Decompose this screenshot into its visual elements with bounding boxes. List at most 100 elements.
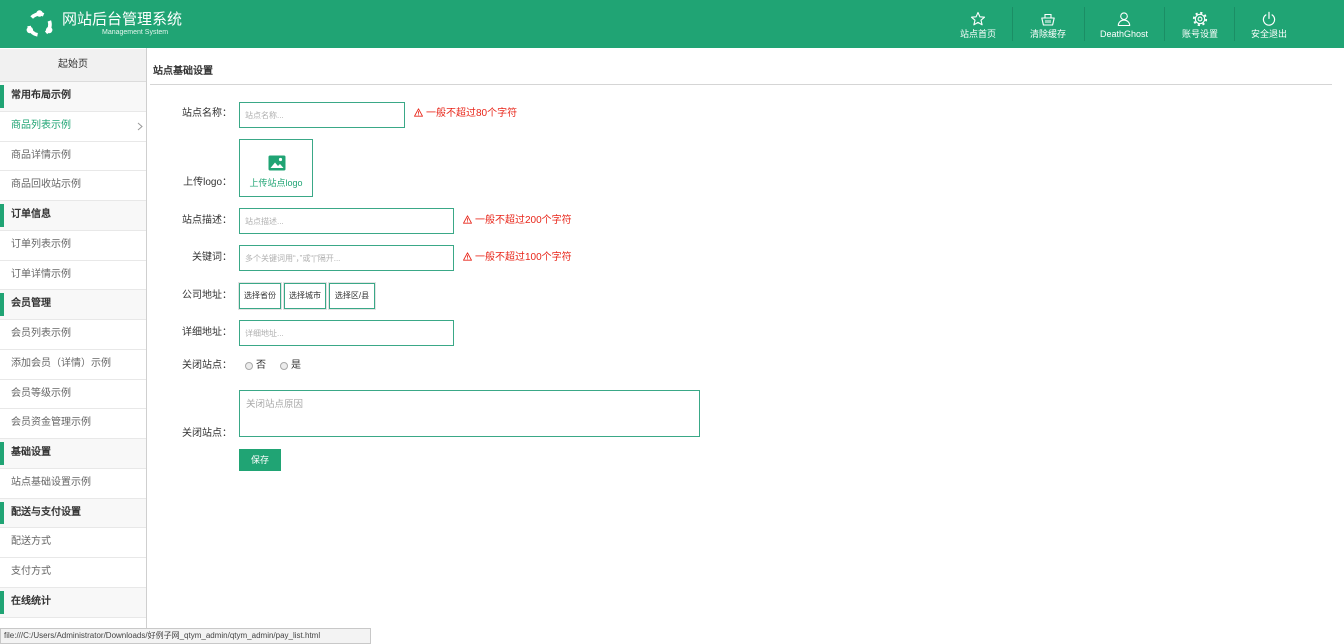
- keywords-hint-text: 一般不超过100个字符: [475, 252, 572, 263]
- detail-address-label: 详细地址：: [182, 327, 232, 338]
- sidebar-item-member-level[interactable]: 会员等级示例: [0, 379, 146, 410]
- sidebar-item-label: 订单列表示例: [11, 238, 71, 250]
- keywords-hint: 一般不超过100个字符: [463, 251, 572, 265]
- close-site-no-radio[interactable]: [245, 362, 253, 370]
- nav-site-home[interactable]: 站点首页: [943, 0, 1013, 48]
- nav-logout[interactable]: 安全退出: [1234, 0, 1304, 48]
- nav-clear-cache[interactable]: 清除缓存: [1012, 0, 1084, 48]
- sidebar-item-label: 商品详情示例: [11, 149, 71, 161]
- description-hint-text: 一般不超过200个字符: [475, 215, 572, 226]
- gear-icon: [1192, 11, 1208, 27]
- group-accent-bar: [0, 590, 4, 614]
- site-name-input[interactable]: [239, 102, 405, 128]
- sidebar-item-label: 商品回收站示例: [11, 179, 81, 191]
- warning-icon: [414, 108, 423, 117]
- logo-label: 上传logo：: [183, 177, 232, 188]
- sidebar-item-delivery-methods[interactable]: 配送方式: [0, 528, 146, 558]
- sidebar-item-label: 商品列表示例: [11, 119, 71, 131]
- sidebar: 起始页 常用布局示例 商品列表示例 商品详情示例 商品回收站示例 订单信息 订单…: [0, 48, 147, 644]
- sidebar-item-product-list[interactable]: 商品列表示例: [0, 111, 146, 142]
- sidebar-group-basic-settings[interactable]: 基础设置: [0, 439, 146, 469]
- description-input[interactable]: [239, 208, 454, 234]
- nav-clear-cache-label: 清除缓存: [1029, 29, 1066, 39]
- image-icon: [268, 155, 286, 171]
- sidebar-group-order-info[interactable]: 订单信息: [0, 201, 146, 231]
- sidebar-item-label: 添加会员（详情）示例: [11, 357, 111, 369]
- logo-icon: [26, 10, 53, 37]
- app-subtitle: Management System: [102, 29, 169, 36]
- nav-site-home-label: 站点首页: [959, 29, 996, 39]
- top-header: 网站后台管理系统 Management System 站点首页 清除缓存 Dea…: [0, 0, 1344, 48]
- sidebar-item-product-recycle[interactable]: 商品回收站示例: [0, 171, 146, 201]
- close-site-yes-radio[interactable]: [280, 362, 288, 370]
- star-icon: [970, 11, 986, 26]
- sidebar-item-member-funds[interactable]: 会员资金管理示例: [0, 409, 146, 439]
- sidebar-item-label: 配送方式: [11, 536, 51, 548]
- keywords-input[interactable]: [239, 245, 454, 271]
- sidebar-item-product-detail[interactable]: 商品详情示例: [0, 141, 146, 172]
- sidebar-group-title: 常用布局示例: [11, 90, 71, 101]
- logo-upload-text: 上传站点logo: [249, 178, 303, 188]
- nav-account-settings[interactable]: 账号设置: [1164, 0, 1236, 48]
- nav-account-settings-label: 账号设置: [1181, 29, 1218, 39]
- sidebar-group-title: 在线统计: [11, 595, 51, 607]
- logo-upload-button[interactable]: 上传站点logo: [239, 139, 313, 197]
- sidebar-item-payment-methods[interactable]: 支付方式: [0, 558, 146, 588]
- site-name-hint-text: 一般不超过80个字符: [426, 108, 518, 119]
- sidebar-item-label: 会员等级示例: [11, 387, 71, 399]
- group-accent-bar: [0, 442, 4, 465]
- address-label: 公司地址：: [182, 290, 232, 301]
- power-icon: [1262, 11, 1276, 26]
- app-title: 网站后台管理系统: [62, 11, 183, 28]
- sidebar-group-delivery-payment[interactable]: 配送与支付设置: [0, 498, 146, 529]
- sidebar-item-order-list[interactable]: 订单列表示例: [0, 230, 146, 261]
- group-accent-bar: [0, 293, 4, 316]
- sidebar-item-member-list[interactable]: 会员列表示例: [0, 320, 146, 350]
- page-title: 站点基础设置: [153, 66, 213, 77]
- sidebar-menu: 常用布局示例 商品列表示例 商品详情示例 商品回收站示例 订单信息 订单列表示例…: [0, 82, 146, 618]
- group-accent-bar: [0, 204, 4, 227]
- description-label: 站点描述：: [182, 215, 232, 226]
- chevron-right-icon: [137, 122, 143, 131]
- city-select[interactable]: 选择城市: [284, 283, 326, 309]
- nav-user-name: DeathGhost: [1099, 29, 1149, 39]
- close-reason-textarea[interactable]: [239, 390, 700, 437]
- basket-icon: [1041, 13, 1055, 26]
- sidebar-item-site-settings[interactable]: 站点基础设置示例: [0, 468, 146, 499]
- sidebar-group-title: 配送与支付设置: [11, 506, 81, 518]
- sidebar-item-label: 站点基础设置示例: [11, 476, 91, 488]
- sidebar-item-add-member[interactable]: 添加会员（详情）示例: [0, 349, 146, 380]
- group-accent-bar: [0, 85, 4, 108]
- sidebar-group-online-stats[interactable]: 在线统计: [0, 587, 146, 618]
- close-site-no-label[interactable]: 否: [256, 359, 266, 373]
- browser-status-bar: file:///C:/Users/Administrator/Downloads…: [0, 628, 371, 644]
- warning-icon: [463, 215, 472, 224]
- close-site-yes-label[interactable]: 是: [291, 359, 301, 373]
- sidebar-item-label: 会员资金管理示例: [11, 417, 91, 429]
- sidebar-item-order-detail[interactable]: 订单详情示例: [0, 260, 146, 291]
- close-reason-label: 关闭站点：: [182, 428, 232, 439]
- sidebar-group-member-management[interactable]: 会员管理: [0, 290, 146, 320]
- district-select[interactable]: 选择区/县: [329, 283, 375, 309]
- description-hint: 一般不超过200个字符: [463, 214, 572, 228]
- detail-address-input[interactable]: [239, 320, 454, 346]
- save-button[interactable]: 保存: [239, 449, 281, 471]
- nav-logout-label: 安全退出: [1250, 29, 1287, 39]
- keywords-label: 关键词：: [192, 252, 232, 263]
- sidebar-item-label: 支付方式: [11, 566, 51, 577]
- province-select[interactable]: 选择省份: [239, 283, 281, 309]
- title-divider: [150, 84, 1332, 85]
- group-accent-bar: [0, 501, 4, 525]
- close-site-label: 关闭站点：: [182, 360, 232, 371]
- sidebar-group-title: 基础设置: [11, 447, 51, 458]
- nav-user-account[interactable]: DeathGhost: [1084, 0, 1164, 48]
- sidebar-group-title: 会员管理: [11, 298, 51, 310]
- site-name-label: 站点名称：: [182, 108, 232, 119]
- user-icon: [1117, 12, 1131, 27]
- sidebar-home[interactable]: 起始页: [0, 49, 146, 82]
- warning-icon: [463, 252, 472, 261]
- sidebar-item-label: 订单详情示例: [11, 268, 71, 280]
- sidebar-group-title: 订单信息: [11, 209, 51, 220]
- sidebar-group-common-layouts[interactable]: 常用布局示例: [0, 82, 146, 112]
- site-name-hint: 一般不超过80个字符: [414, 107, 517, 121]
